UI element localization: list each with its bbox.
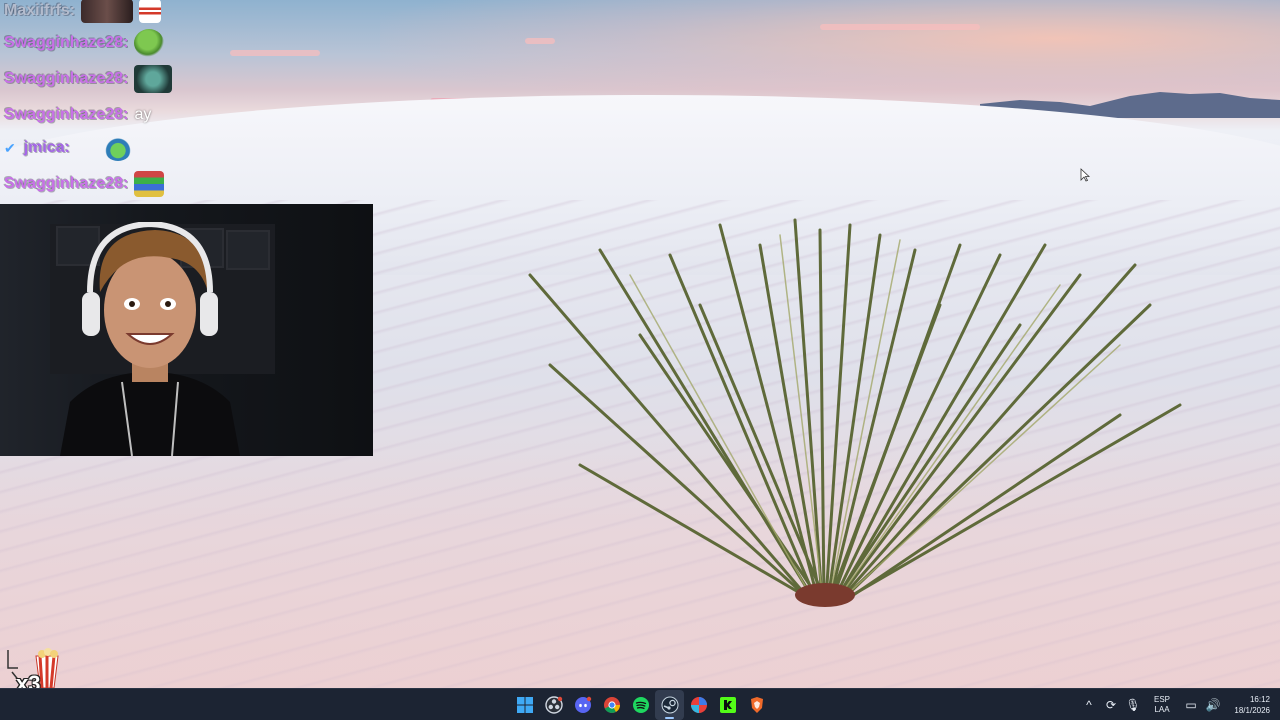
chat-text: ay — [134, 106, 152, 123]
spotify-icon — [632, 697, 649, 713]
windows-start-button[interactable] — [510, 690, 539, 720]
streamer-figure — [60, 222, 240, 456]
chat-message: Swagginhaze28: — [4, 28, 165, 58]
chat-message: Swagginhaze28: — [4, 169, 165, 199]
pepe-hat-emote — [103, 135, 132, 161]
network-icon[interactable]: ▭ — [1180, 698, 1202, 712]
steam-icon — [661, 696, 678, 714]
webcam-feed — [0, 204, 373, 456]
cloud — [230, 50, 320, 56]
photo-emote — [81, 0, 134, 23]
chat-username: Swagginhaze28 — [4, 70, 124, 87]
system-tray: ^ ⟳ 🎙 ESP LAA ▭ 🔊 16:12 18/1/2026 — [1078, 689, 1280, 721]
show-hidden-icons-chevron-icon[interactable]: ^ — [1078, 698, 1100, 712]
keyboard-layout: LAA — [1154, 705, 1170, 714]
chat-message: Swagginhaze28: ay — [4, 106, 152, 123]
yucca-plant — [528, 218, 1182, 607]
taskbar: ^ ⟳ 🎙 ESP LAA ▭ 🔊 16:12 18/1/2026 — [0, 688, 1280, 720]
clock-date: 18/1/2026 — [1234, 706, 1270, 715]
clock-time: 16:12 — [1249, 695, 1270, 704]
steam-button[interactable] — [655, 690, 684, 720]
chat-message: Maxiifrfs: — [4, 0, 162, 26]
language-indicator[interactable]: ESP LAA — [1148, 695, 1176, 715]
chat-username: Swagginhaze28 — [4, 175, 124, 192]
kick-icon — [719, 697, 736, 713]
chat-message: ✔ jmica: — [4, 133, 132, 163]
mouse-cursor — [1080, 168, 1090, 182]
taskbar-apps — [510, 689, 771, 721]
windows-start-icon — [516, 697, 533, 713]
discord-button[interactable] — [568, 690, 597, 720]
kick-button[interactable] — [713, 690, 742, 720]
obs-button[interactable] — [539, 690, 568, 720]
clock[interactable]: 16:12 18/1/2026 — [1230, 694, 1270, 716]
brave-button[interactable] — [742, 690, 771, 720]
chat-username: jmica — [23, 139, 65, 156]
language-code: ESP — [1153, 695, 1170, 704]
chat-username: Maxiifrfs — [4, 2, 70, 19]
cloud — [820, 24, 980, 30]
cloud — [525, 38, 555, 44]
chat-username: Swagginhaze28 — [4, 106, 124, 123]
microphone-icon[interactable]: 🎙 — [1122, 698, 1144, 712]
chat-message: Swagginhaze28: — [4, 64, 173, 94]
pepe-emote — [134, 29, 165, 57]
brave-icon — [750, 697, 763, 713]
browser-icon — [690, 697, 707, 713]
obs-icon — [544, 696, 563, 714]
chrome-button[interactable] — [597, 690, 626, 720]
books-emote — [134, 171, 165, 197]
teal-creature-emote — [134, 65, 173, 93]
browser-button[interactable] — [684, 690, 713, 720]
popcorn-emote — [139, 0, 162, 23]
discord-icon — [574, 696, 591, 713]
chrome-icon — [603, 697, 620, 713]
verified-badge-icon: ✔ — [4, 139, 16, 156]
volume-icon[interactable]: 🔊 — [1202, 698, 1224, 712]
spotify-button[interactable] — [626, 690, 655, 720]
chat-username: Swagginhaze28 — [4, 34, 124, 51]
sync-icon[interactable]: ⟳ — [1100, 698, 1122, 712]
